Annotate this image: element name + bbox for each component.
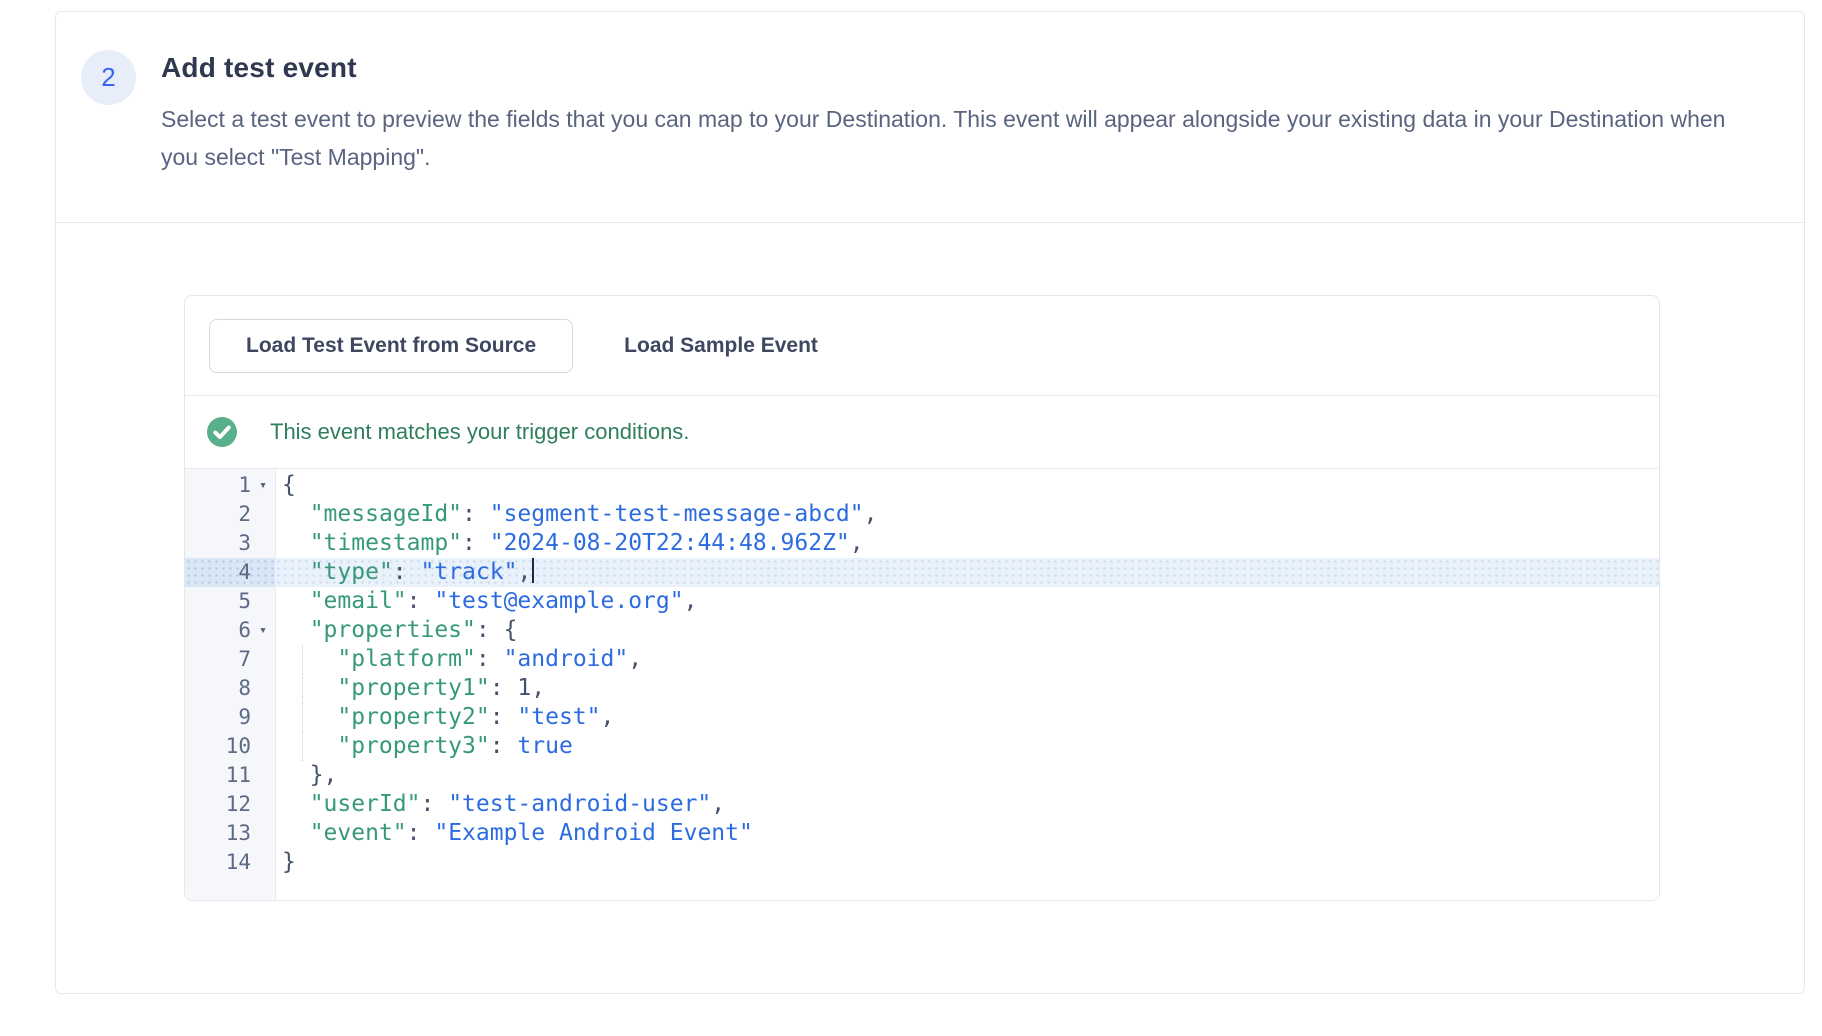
gutter-cell: 1▾ (185, 471, 275, 500)
fold-spacer (251, 587, 275, 616)
test-event-panel: Load Test Event from Source Load Sample … (184, 295, 1660, 901)
code-text[interactable]: "properties": { (275, 616, 1659, 645)
code-line-7[interactable]: 7 "platform": "android", (185, 645, 1659, 674)
fold-spacer (251, 761, 275, 790)
line-number: 1 (238, 471, 251, 500)
header-content: Add test event Select a test event to pr… (161, 48, 1751, 176)
line-number: 14 (226, 848, 251, 877)
line-number: 13 (226, 819, 251, 848)
gutter-cell: 5 (185, 587, 275, 616)
step-number-badge: 2 (81, 50, 136, 105)
line-number: 4 (238, 558, 251, 587)
fold-spacer (251, 848, 275, 877)
code-line-9[interactable]: 9 "property2": "test", (185, 703, 1659, 732)
code-text[interactable]: "messageId": "segment-test-message-abcd"… (275, 500, 1659, 529)
gutter-cell: 13 (185, 819, 275, 848)
page-description: Select a test event to preview the field… (161, 100, 1751, 176)
editor-lines: 1▾{2 "messageId": "segment-test-message-… (185, 471, 1659, 877)
code-line-8[interactable]: 8 "property1": 1, (185, 674, 1659, 703)
gutter-cell: 9 (185, 703, 275, 732)
code-text[interactable]: "email": "test@example.org", (275, 587, 1659, 616)
code-line-14[interactable]: 14} (185, 848, 1659, 877)
gutter-cell: 4 (185, 558, 275, 587)
indent-guide (302, 674, 303, 703)
code-line-12[interactable]: 12 "userId": "test-android-user", (185, 790, 1659, 819)
code-line-3[interactable]: 3 "timestamp": "2024-08-20T22:44:48.962Z… (185, 529, 1659, 558)
trigger-status-row: This event matches your trigger conditio… (185, 396, 1659, 468)
line-number: 9 (238, 703, 251, 732)
fold-arrow-icon[interactable]: ▾ (251, 616, 275, 645)
line-number: 7 (238, 645, 251, 674)
line-number: 10 (226, 732, 251, 761)
json-code-editor[interactable]: 1▾{2 "messageId": "segment-test-message-… (185, 468, 1659, 900)
code-line-4[interactable]: 4 "type": "track", (185, 558, 1659, 587)
indent-guide (302, 645, 303, 674)
line-number: 2 (238, 500, 251, 529)
fold-arrow-icon[interactable]: ▾ (251, 471, 275, 500)
code-text[interactable]: "event": "Example Android Event" (275, 819, 1659, 848)
code-text[interactable]: "property3": true (275, 732, 1659, 761)
code-line-6[interactable]: 6▾ "properties": { (185, 616, 1659, 645)
card-header: 2 Add test event Select a test event to … (56, 12, 1804, 176)
trigger-status-message: This event matches your trigger conditio… (270, 419, 689, 445)
code-text[interactable]: } (275, 848, 1659, 877)
fold-spacer (251, 674, 275, 703)
event-toolbar: Load Test Event from Source Load Sample … (185, 296, 1659, 396)
indent-guide (302, 732, 303, 761)
text-cursor (532, 558, 534, 583)
load-test-event-button[interactable]: Load Test Event from Source (209, 319, 573, 373)
code-line-1[interactable]: 1▾{ (185, 471, 1659, 500)
code-text[interactable]: "type": "track", (275, 558, 1659, 587)
line-number: 11 (226, 761, 251, 790)
code-text[interactable]: "timestamp": "2024-08-20T22:44:48.962Z", (275, 529, 1659, 558)
fold-spacer (251, 558, 275, 587)
code-line-13[interactable]: 13 "event": "Example Android Event" (185, 819, 1659, 848)
code-line-2[interactable]: 2 "messageId": "segment-test-message-abc… (185, 500, 1659, 529)
code-text[interactable]: }, (275, 761, 1659, 790)
gutter-cell: 2 (185, 500, 275, 529)
fold-spacer (251, 790, 275, 819)
fold-spacer (251, 645, 275, 674)
gutter-cell: 7 (185, 645, 275, 674)
load-sample-event-button[interactable]: Load Sample Event (583, 319, 859, 373)
fold-spacer (251, 703, 275, 732)
indent-guide (302, 703, 303, 732)
gutter-cell: 14 (185, 848, 275, 877)
gutter-cell: 8 (185, 674, 275, 703)
gutter-cell: 12 (185, 790, 275, 819)
line-number: 8 (238, 674, 251, 703)
code-line-5[interactable]: 5 "email": "test@example.org", (185, 587, 1659, 616)
fold-spacer (251, 500, 275, 529)
code-line-10[interactable]: 10 "property3": true (185, 732, 1659, 761)
fold-spacer (251, 732, 275, 761)
code-text[interactable]: "property1": 1, (275, 674, 1659, 703)
gutter-cell: 3 (185, 529, 275, 558)
gutter-cell: 10 (185, 732, 275, 761)
fold-spacer (251, 819, 275, 848)
check-circle-icon (207, 417, 237, 447)
add-test-event-card: 2 Add test event Select a test event to … (55, 11, 1805, 994)
code-text[interactable]: "platform": "android", (275, 645, 1659, 674)
gutter-cell: 6▾ (185, 616, 275, 645)
page-title: Add test event (161, 52, 1751, 84)
line-number: 12 (226, 790, 251, 819)
code-line-11[interactable]: 11 }, (185, 761, 1659, 790)
section-body: Load Test Event from Source Load Sample … (56, 223, 1804, 901)
gutter-cell: 11 (185, 761, 275, 790)
line-number: 5 (238, 587, 251, 616)
line-number: 3 (238, 529, 251, 558)
code-text[interactable]: "userId": "test-android-user", (275, 790, 1659, 819)
line-number: 6 (238, 616, 251, 645)
code-text[interactable]: { (275, 471, 1659, 500)
code-text[interactable]: "property2": "test", (275, 703, 1659, 732)
fold-spacer (251, 529, 275, 558)
